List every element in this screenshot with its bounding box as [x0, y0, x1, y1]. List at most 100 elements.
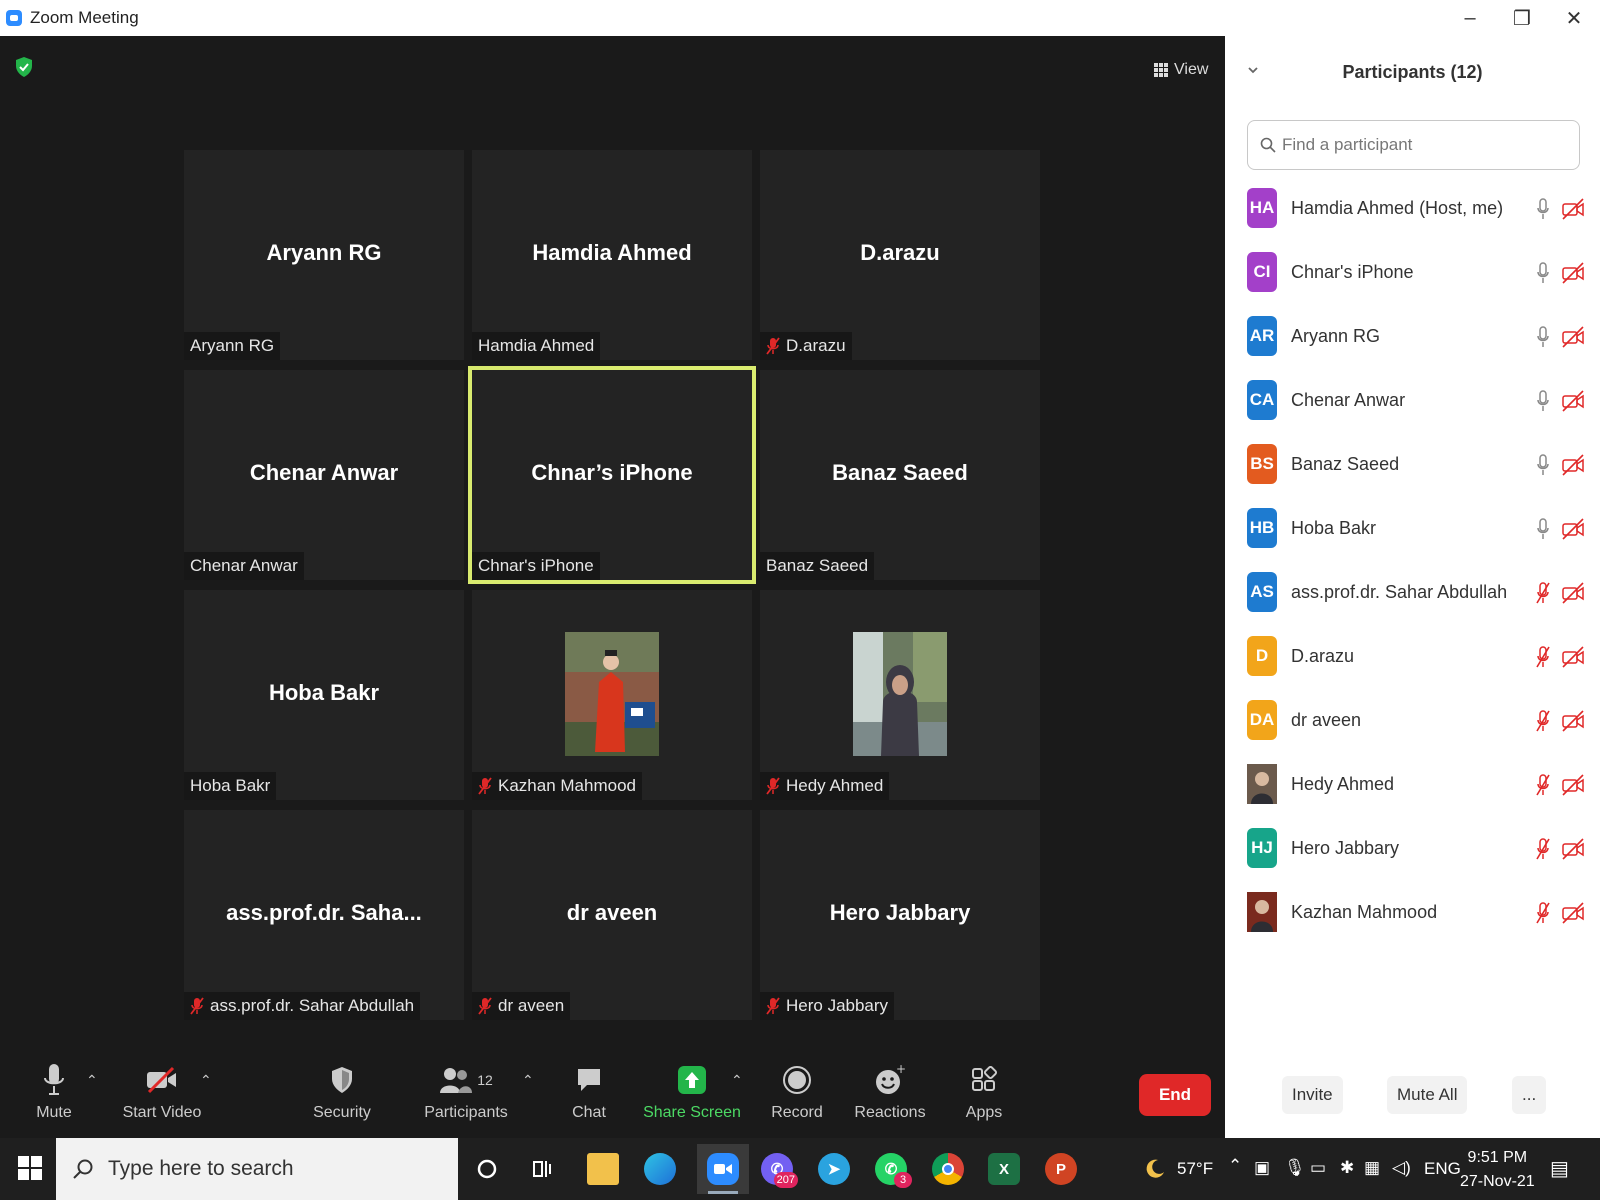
- mute-all-button[interactable]: Mute All: [1387, 1076, 1468, 1114]
- participant-row[interactable]: BS Banaz Saeed: [1225, 432, 1600, 496]
- battery-icon[interactable]: ▭: [1310, 1158, 1326, 1178]
- participant-video-photo: [565, 632, 659, 756]
- video-tile[interactable]: D.arazu D.arazu: [760, 150, 1040, 360]
- night-moon-icon[interactable]: [1136, 1150, 1174, 1188]
- participant-row[interactable]: D D.arazu: [1225, 624, 1600, 688]
- participant-row[interactable]: Kazhan Mahmood: [1225, 880, 1600, 944]
- show-hidden-icons-chevron-icon[interactable]: ⌃: [1228, 1156, 1242, 1176]
- video-tile[interactable]: Chenar Anwar Chenar Anwar: [184, 370, 464, 580]
- video-tile[interactable]: dr aveen dr aveen: [472, 810, 752, 1020]
- video-tile[interactable]: Hero Jabbary Hero Jabbary: [760, 810, 1040, 1020]
- notification-center-icon[interactable]: ▤: [1550, 1156, 1569, 1181]
- video-off-icon[interactable]: [1561, 518, 1585, 540]
- edge-browser-icon[interactable]: [641, 1150, 679, 1188]
- microphone-tray-icon[interactable]: 🎙: [1284, 1158, 1306, 1178]
- muted-microphone-icon[interactable]: [1536, 646, 1550, 668]
- participant-row[interactable]: CI Chnar's iPhone: [1225, 240, 1600, 304]
- meet-now-icon[interactable]: ▣: [1254, 1158, 1270, 1178]
- muted-microphone-icon[interactable]: [1536, 582, 1550, 604]
- microphone-icon[interactable]: [1536, 390, 1550, 412]
- view-button[interactable]: View: [1154, 56, 1208, 84]
- network-icon[interactable]: ▦: [1364, 1158, 1380, 1178]
- powerpoint-icon[interactable]: P: [1042, 1150, 1080, 1188]
- security-button[interactable]: Security: [292, 1062, 392, 1122]
- end-meeting-button[interactable]: End: [1139, 1074, 1211, 1116]
- cortana-icon[interactable]: [468, 1150, 506, 1188]
- close-button[interactable]: ✕: [1548, 0, 1600, 36]
- volume-icon[interactable]: ◁): [1392, 1158, 1411, 1178]
- share-options-chevron-icon[interactable]: ⌃: [731, 1072, 743, 1089]
- video-tile[interactable]: Aryann RG Aryann RG: [184, 150, 464, 360]
- participant-row[interactable]: AR Aryann RG: [1225, 304, 1600, 368]
- video-off-icon[interactable]: [1561, 646, 1585, 668]
- restore-button[interactable]: ❐: [1496, 0, 1548, 36]
- share-screen-button[interactable]: Share Screen: [642, 1062, 742, 1122]
- participant-row[interactable]: Hedy Ahmed: [1225, 752, 1600, 816]
- more-options-button[interactable]: ...: [1512, 1076, 1547, 1114]
- video-off-icon[interactable]: [1561, 390, 1585, 412]
- file-explorer-icon[interactable]: [584, 1150, 622, 1188]
- muted-microphone-icon[interactable]: [1536, 838, 1550, 860]
- input-language[interactable]: ENG: [1424, 1159, 1461, 1179]
- apps-button[interactable]: Apps: [934, 1062, 1034, 1122]
- video-off-icon[interactable]: [1561, 710, 1585, 732]
- zoom-taskbar-icon[interactable]: [697, 1144, 749, 1194]
- microphone-icon[interactable]: [1536, 326, 1550, 348]
- chat-button[interactable]: Chat: [539, 1062, 639, 1122]
- muted-microphone-icon[interactable]: [1536, 710, 1550, 732]
- video-off-icon[interactable]: [1561, 838, 1585, 860]
- video-tile[interactable]: Banaz Saeed Banaz Saeed: [760, 370, 1040, 580]
- taskbar-search-box[interactable]: Type here to search: [56, 1138, 458, 1200]
- video-off-icon[interactable]: [1561, 262, 1585, 284]
- video-off-icon[interactable]: [1561, 774, 1585, 796]
- tile-name-label: Chnar's iPhone: [472, 552, 600, 580]
- minimize-button[interactable]: –: [1444, 0, 1496, 36]
- telegram-icon[interactable]: ➤: [815, 1150, 853, 1188]
- encryption-shield-icon[interactable]: [14, 56, 34, 78]
- participant-search-input[interactable]: [1282, 135, 1562, 155]
- video-off-icon[interactable]: [1561, 198, 1585, 220]
- mute-button[interactable]: Mute: [4, 1062, 104, 1122]
- microphone-icon[interactable]: [1536, 454, 1550, 476]
- microphone-icon[interactable]: [1536, 518, 1550, 540]
- video-off-icon[interactable]: [1561, 902, 1585, 924]
- task-view-icon[interactable]: [524, 1150, 562, 1188]
- video-tile[interactable]: Chnar’s iPhone Chnar's iPhone: [468, 366, 756, 584]
- weather-temperature[interactable]: 57°F: [1177, 1159, 1213, 1179]
- reactions-button[interactable]: + Reactions: [840, 1062, 940, 1122]
- participant-row[interactable]: CA Chenar Anwar: [1225, 368, 1600, 432]
- video-tile[interactable]: Hoba Bakr Hoba Bakr: [184, 590, 464, 800]
- bluetooth-icon[interactable]: ✱: [1340, 1158, 1354, 1178]
- participant-row[interactable]: DA dr aveen: [1225, 688, 1600, 752]
- video-tile[interactable]: Kazhan Mahmood: [472, 590, 752, 800]
- muted-microphone-icon[interactable]: [1536, 774, 1550, 796]
- video-off-icon[interactable]: [1561, 582, 1585, 604]
- muted-microphone-icon[interactable]: [1536, 902, 1550, 924]
- microphone-icon[interactable]: [1536, 198, 1550, 220]
- video-options-chevron-icon[interactable]: ⌃: [200, 1072, 212, 1089]
- excel-icon[interactable]: X: [985, 1150, 1023, 1188]
- whatsapp-icon[interactable]: ✆ 3: [872, 1150, 912, 1188]
- video-off-icon[interactable]: [1561, 454, 1585, 476]
- viber-icon[interactable]: ✆ 207: [758, 1150, 798, 1188]
- video-tile[interactable]: ass.prof.dr. Saha... ass.prof.dr. Sahar A…: [184, 810, 464, 1020]
- participant-search-box[interactable]: [1247, 120, 1580, 170]
- chrome-icon[interactable]: [929, 1150, 967, 1188]
- record-button[interactable]: Record: [747, 1062, 847, 1122]
- video-tile[interactable]: Hedy Ahmed: [760, 590, 1040, 800]
- participant-row[interactable]: HJ Hero Jabbary: [1225, 816, 1600, 880]
- start-video-button[interactable]: Start Video: [112, 1062, 212, 1122]
- participant-row[interactable]: HA Hamdia Ahmed (Host, me): [1225, 176, 1600, 240]
- taskbar-clock[interactable]: 9:51 PM 27-Nov-21: [1460, 1146, 1535, 1194]
- video-off-icon[interactable]: [1561, 326, 1585, 348]
- microphone-icon[interactable]: [1536, 262, 1550, 284]
- audio-options-chevron-icon[interactable]: ⌃: [86, 1072, 98, 1089]
- participant-row[interactable]: AS ass.prof.dr. Sahar Abdullah: [1225, 560, 1600, 624]
- windows-start-icon[interactable]: [18, 1156, 42, 1180]
- participants-options-chevron-icon[interactable]: ⌃: [522, 1072, 534, 1089]
- invite-button[interactable]: Invite: [1282, 1076, 1343, 1114]
- participant-row[interactable]: HB Hoba Bakr: [1225, 496, 1600, 560]
- participants-button[interactable]: 12 Participants: [416, 1062, 516, 1122]
- grid-icon: [1154, 63, 1168, 77]
- video-tile[interactable]: Hamdia Ahmed Hamdia Ahmed: [472, 150, 752, 360]
